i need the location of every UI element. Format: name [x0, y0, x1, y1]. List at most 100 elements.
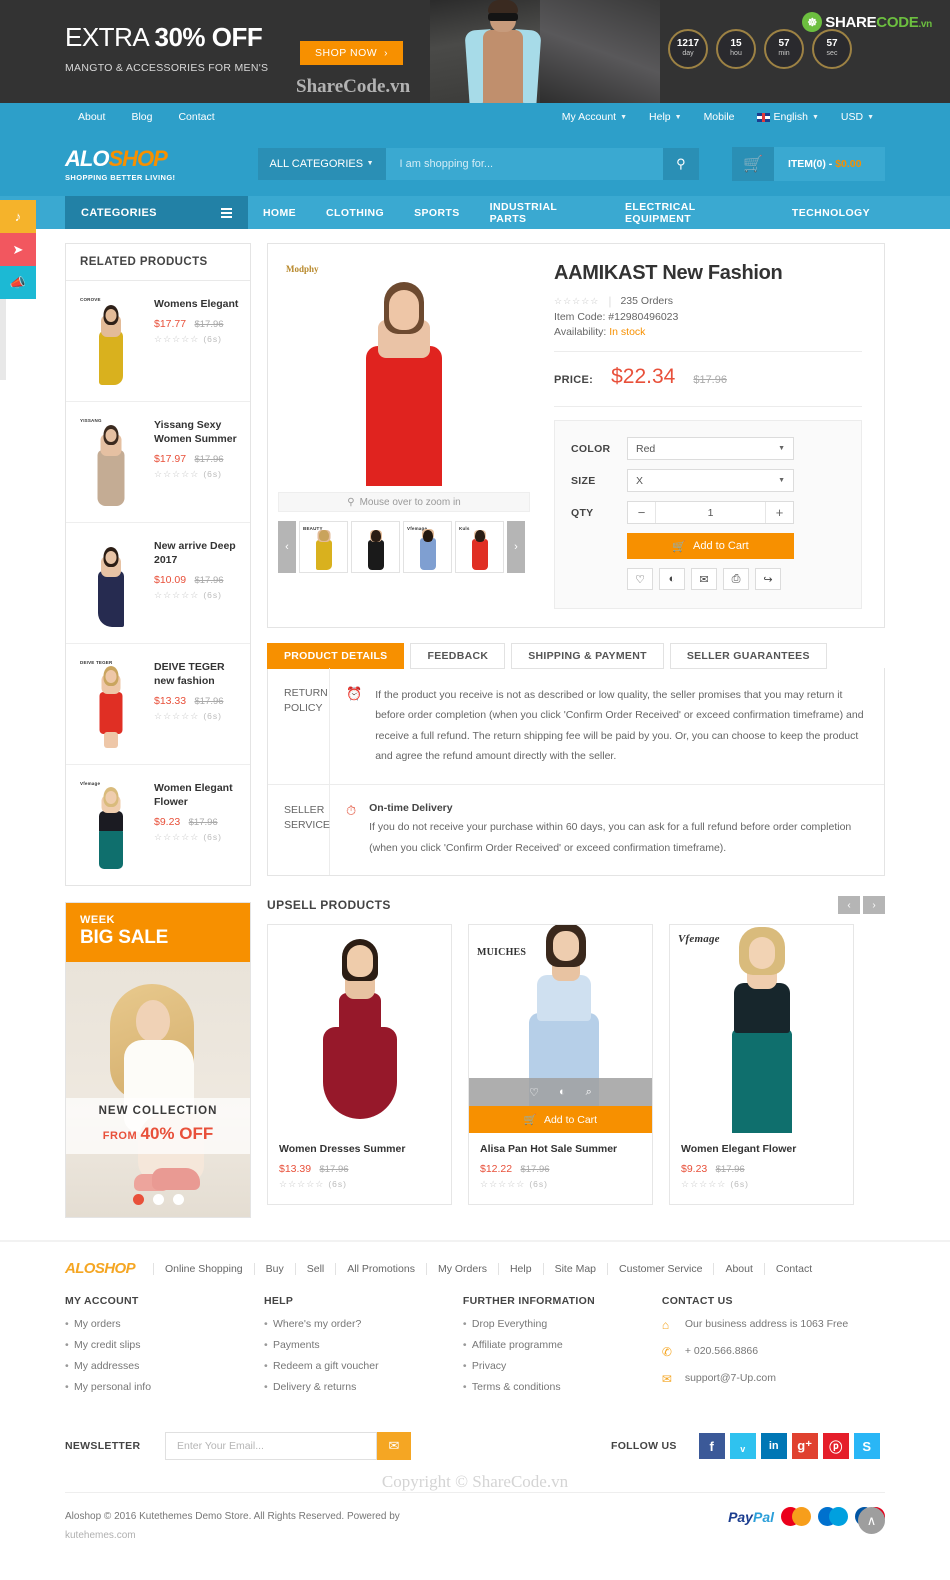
related-product-item[interactable]: YISSANG Yissang Sexy Women Summer $17.97…	[66, 402, 250, 523]
twitter-icon[interactable]: ᵥ	[729, 1433, 756, 1459]
nav-item-clothing[interactable]: CLOTHING	[311, 196, 399, 229]
carousel-dot-3[interactable]	[172, 1194, 184, 1205]
util-link-currency[interactable]: USD ▼	[830, 111, 885, 123]
newsletter-submit-button[interactable]: ✉	[377, 1432, 411, 1460]
footer-list-item[interactable]: Privacy	[463, 1360, 662, 1372]
qty-decrease-button[interactable]: −	[628, 502, 656, 523]
product-thumbnail-3[interactable]: Vfemage	[403, 521, 452, 573]
compare-icon[interactable]: ◐	[559, 1086, 566, 1098]
footer-link-help[interactable]: Help	[497, 1262, 543, 1275]
add-to-cart-button[interactable]: 🛒 Add to Cart	[627, 533, 794, 559]
product-main-image[interactable]: Modphy	[278, 254, 530, 486]
footer-list-item[interactable]: Payments	[264, 1339, 463, 1351]
color-select[interactable]: Red ▼	[627, 437, 794, 460]
footer-list-item[interactable]: Affiliate programme	[463, 1339, 662, 1351]
footer-link-online-shopping[interactable]: Online Shopping	[152, 1262, 254, 1275]
util-link-blog[interactable]: Blog	[118, 111, 165, 123]
util-link-about[interactable]: About	[65, 111, 118, 123]
footer-list-item[interactable]: My orders	[65, 1318, 264, 1330]
categories-menu-button[interactable]: CATEGORIES	[65, 196, 248, 229]
tab-seller-guarantees[interactable]: SELLER GUARANTEES	[669, 643, 827, 669]
nav-item-electrical-equipment[interactable]: ELECTRICAL EQUIPMENT	[610, 196, 777, 229]
thumb-prev-button[interactable]: ‹	[278, 521, 296, 573]
util-link-my-account[interactable]: My Account ▼	[551, 111, 638, 123]
related-product-item[interactable]: New arrive Deep 2017 $10.09 $17.96 ☆☆☆☆☆…	[66, 523, 250, 644]
linkedin-icon[interactable]: in	[760, 1433, 787, 1459]
google-plus-icon[interactable]: g⁺	[791, 1433, 818, 1459]
related-product-item[interactable]: COROVE Womens Elegant $17.77 $17.96 ☆☆☆☆…	[66, 281, 250, 402]
footer-link-customer-service[interactable]: Customer Service	[607, 1262, 713, 1275]
product-thumbnail-1[interactable]: BEAUTY	[299, 521, 348, 573]
upsell-card[interactable]: Women Dresses Summer $13.39 $17.96 ☆☆☆☆☆…	[267, 924, 452, 1206]
tab-shipping-payment[interactable]: SHIPPING & PAYMENT	[511, 643, 664, 669]
print-icon[interactable]: ⎙	[723, 568, 749, 590]
all-categories-dropdown[interactable]: ALL CATEGORIES ▼	[257, 147, 386, 180]
footer-link-site-map[interactable]: Site Map	[542, 1262, 607, 1275]
carousel-dot-2[interactable]	[152, 1194, 164, 1205]
nav-item-technology[interactable]: TECHNOLOGY	[777, 196, 885, 229]
qty-increase-button[interactable]: +	[765, 502, 793, 523]
upsell-prev-button[interactable]: ‹	[838, 896, 860, 915]
upsell-next-button[interactable]: ›	[863, 896, 885, 915]
product-thumbnail-4[interactable]: Kuls	[455, 521, 504, 573]
wishlist-icon[interactable]: ♡	[627, 568, 653, 590]
color-label: COLOR	[571, 442, 611, 455]
upsell-product-name: Women Dresses Summer	[279, 1143, 406, 1156]
nav-item-industrial-parts[interactable]: INDUSTRIAL PARTS	[475, 196, 610, 229]
footer-list-item[interactable]: My addresses	[65, 1360, 264, 1372]
size-select[interactable]: X ▼	[627, 469, 794, 492]
util-link-contact[interactable]: Contact	[165, 111, 227, 123]
upsell-card[interactable]: Vfemage Women Elegant Flower $9.23 $17.9…	[669, 924, 854, 1206]
footer-logo[interactable]: ALOSHOP	[65, 1260, 136, 1277]
footer-link-my-orders[interactable]: My Orders	[425, 1262, 498, 1275]
wishlist-icon[interactable]: ♡	[529, 1086, 539, 1099]
footer-link-about[interactable]: About	[713, 1262, 763, 1275]
week-big-sale-banner[interactable]: WEEK BIG SALE NEW COLLECTION FROM 40% OF…	[65, 902, 251, 1218]
footer-link-buy[interactable]: Buy	[253, 1262, 295, 1275]
util-link-language[interactable]: English ▼	[746, 111, 830, 123]
upsell-card[interactable]: MUICHES ♡ ◐ ⌕ 🛒 Add to Cart Alisa Pan Ho…	[468, 924, 653, 1206]
footer-list-item[interactable]: Delivery & returns	[264, 1381, 463, 1393]
product-thumbnail-2[interactable]	[351, 521, 400, 573]
contact-email-text[interactable]: support@7-Up.com	[685, 1372, 776, 1384]
related-product-item[interactable]: DEIVE TEGER DEIVE TEGER new fashion $13.…	[66, 644, 250, 765]
search-input[interactable]	[385, 147, 663, 180]
cart-button[interactable]: 🛒 ITEM(0) - $0.00	[731, 146, 885, 181]
tab-product-details[interactable]: PRODUCT DETAILS	[267, 643, 405, 669]
footer-link-all-promotions[interactable]: All Promotions	[335, 1262, 426, 1275]
shop-now-button[interactable]: SHOP NOW ›	[300, 41, 403, 65]
upsell-add-to-cart-button[interactable]: 🛒 Add to Cart	[469, 1106, 652, 1134]
newsletter-email-input[interactable]	[165, 1432, 377, 1460]
facebook-icon[interactable]: f	[698, 1433, 725, 1459]
footer-list-item[interactable]: Where's my order?	[264, 1318, 463, 1330]
footer-list-item[interactable]: My personal info	[65, 1381, 264, 1393]
tab-feedback[interactable]: FEEDBACK	[410, 643, 506, 669]
footer-list-item[interactable]: Terms & conditions	[463, 1381, 662, 1393]
footer-list-item[interactable]: Drop Everything	[463, 1318, 662, 1330]
nav-item-sports[interactable]: SPORTS	[399, 196, 475, 229]
thumb-next-button[interactable]: ›	[507, 521, 525, 573]
send-icon[interactable]: ➤	[0, 233, 36, 266]
qty-value[interactable]: 1	[656, 502, 765, 523]
pinterest-icon[interactable]: ⓟ	[822, 1433, 849, 1459]
nav-item-home[interactable]: HOME	[248, 196, 311, 229]
megaphone-icon[interactable]: 📣	[0, 266, 36, 299]
footer-list-item[interactable]: My credit slips	[65, 1339, 264, 1351]
clock-icon: ⏰	[346, 686, 363, 701]
quickview-icon[interactable]: ⌕	[586, 1086, 592, 1099]
skype-icon[interactable]: S	[853, 1433, 880, 1459]
util-link-mobile[interactable]: Mobile	[693, 111, 746, 123]
footer-link-contact[interactable]: Contact	[763, 1262, 823, 1275]
footer-list-item[interactable]: Redeem a gift voucher	[264, 1360, 463, 1372]
share-icon[interactable]: ↪	[755, 568, 781, 590]
email-icon[interactable]: ✉	[691, 568, 717, 590]
site-logo[interactable]: ALOSHOP SHOPPING BETTER LIVING!	[65, 146, 258, 182]
back-to-top-button[interactable]: ∧	[858, 1507, 885, 1534]
footer-link-sell[interactable]: Sell	[294, 1262, 336, 1275]
music-icon[interactable]: ♪	[0, 200, 36, 233]
util-link-help[interactable]: Help ▼	[638, 111, 693, 123]
carousel-dot-1[interactable]	[132, 1194, 144, 1205]
search-button[interactable]: ⚲	[662, 147, 699, 180]
related-product-item[interactable]: Vfemage Women Elegant Flower $9.23 $17.9…	[66, 765, 250, 885]
compare-icon[interactable]: ◐	[659, 568, 685, 590]
